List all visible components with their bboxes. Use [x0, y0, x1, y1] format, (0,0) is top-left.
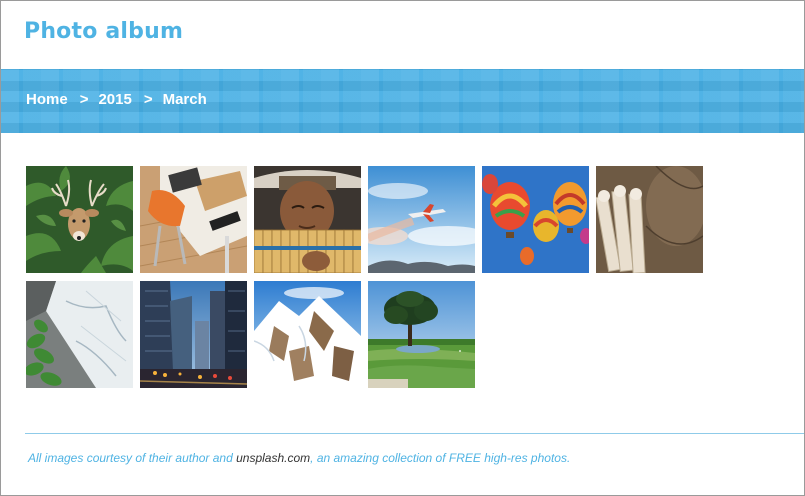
photo-thumbnail-scrolls[interactable] [596, 166, 703, 273]
page-title: Photo album [24, 19, 184, 44]
airplane-photo-icon [368, 166, 475, 273]
tree-field-photo-icon [368, 281, 475, 388]
footer-text-after: , an amazing collection of FREE high-res… [310, 451, 571, 465]
footer-credit: All images courtesy of their author and … [28, 451, 570, 465]
photo-thumbnail-tree[interactable] [368, 281, 475, 388]
breadcrumb-banner: Home > 2015 > March [1, 69, 804, 133]
photo-thumbnail-desk[interactable] [140, 166, 247, 273]
photo-grid [26, 166, 706, 388]
breadcrumb-year[interactable]: 2015 [98, 91, 131, 108]
photo-thumbnail-city[interactable] [140, 281, 247, 388]
footer-text-before: All images courtesy of their author and [28, 451, 237, 465]
photo-thumbnail-map-plant[interactable] [26, 281, 133, 388]
scrolls-map-photo-icon [596, 166, 703, 273]
page-frame: Photo album Home > 2015 > March All imag… [0, 0, 805, 496]
unsplash-link[interactable]: unsplash.com [236, 451, 310, 465]
photo-thumbnail-mountain[interactable] [254, 281, 361, 388]
desk-chair-photo-icon [140, 166, 247, 273]
pan-flute-player-photo-icon [254, 166, 361, 273]
photo-thumbnail-deer[interactable] [26, 166, 133, 273]
breadcrumb: Home > 2015 > March [26, 91, 207, 108]
footer-divider [25, 433, 804, 434]
deer-photo-icon [26, 166, 133, 273]
snowy-mountain-photo-icon [254, 281, 361, 388]
breadcrumb-month[interactable]: March [163, 91, 207, 108]
city-street-photo-icon [140, 281, 247, 388]
photo-thumbnail-pan-flute[interactable] [254, 166, 361, 273]
breadcrumb-home[interactable]: Home [26, 91, 68, 108]
photo-thumbnail-airplane[interactable] [368, 166, 475, 273]
photo-thumbnail-balloons[interactable] [482, 166, 589, 273]
map-plant-photo-icon [26, 281, 133, 388]
breadcrumb-separator: > [79, 91, 89, 108]
breadcrumb-separator: > [143, 91, 153, 108]
hot-air-balloons-photo-icon [482, 166, 589, 273]
